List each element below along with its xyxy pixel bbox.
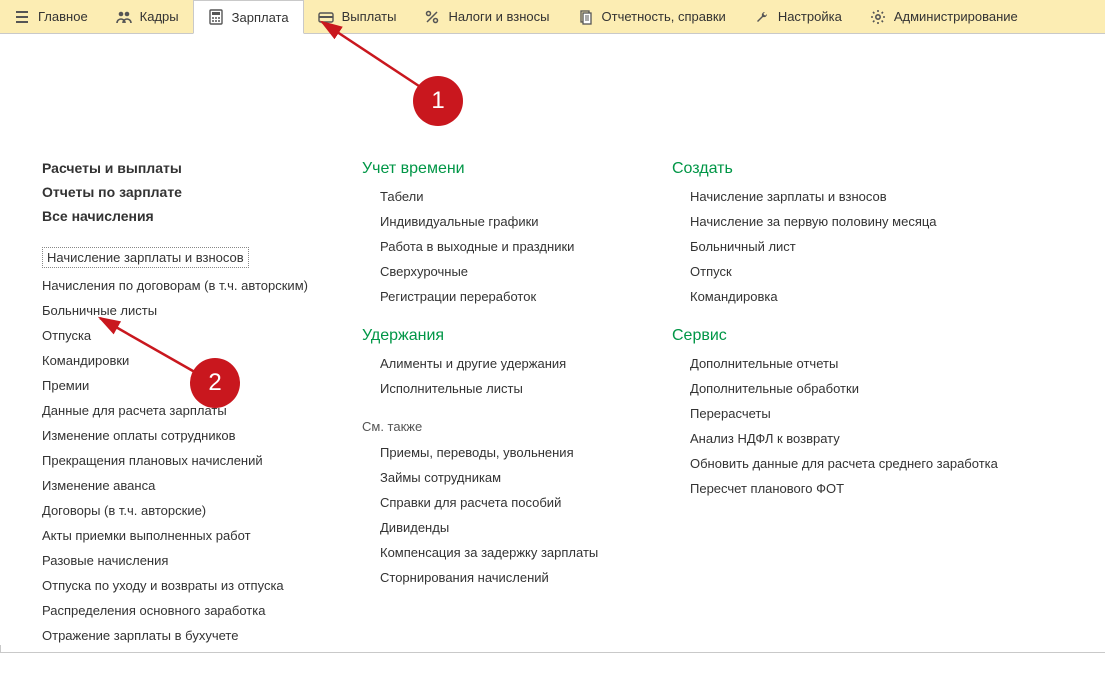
list-left: Начисление зарплаты и взносов Начисления… (42, 242, 342, 648)
tab-label: Главное (38, 9, 88, 24)
list-item[interactable]: Приемы, переводы, увольнения (380, 440, 652, 465)
list-item[interactable]: Начисление зарплаты и взносов (42, 242, 342, 273)
list-item[interactable]: Данные для расчета зарплаты (42, 398, 342, 423)
tab-reports[interactable]: Отчетность, справки (564, 0, 740, 33)
tab-label: Отчетность, справки (602, 9, 726, 24)
link-salary-accrual[interactable]: Начисление зарплаты и взносов (42, 247, 249, 268)
badge-text: 1 (431, 87, 444, 115)
list-item[interactable]: Справки для расчета пособий (380, 490, 652, 515)
list-item[interactable]: Отпуска (42, 323, 342, 348)
list-item[interactable]: Работа в выходные и праздники (380, 234, 652, 259)
list-item[interactable]: Изменение аванса (42, 473, 342, 498)
percent-icon (424, 9, 440, 25)
heading-deductions[interactable]: Удержания (362, 327, 652, 345)
list-item[interactable]: Табели (380, 184, 652, 209)
annotation-badge-1: 1 (413, 76, 463, 126)
list-item[interactable]: Дивиденды (380, 515, 652, 540)
list-item[interactable]: Регистрации переработок (380, 284, 652, 309)
gear-icon (870, 9, 886, 25)
tab-label: Зарплата (232, 10, 289, 25)
list-item[interactable]: Займы сотрудникам (380, 465, 652, 490)
list-item[interactable]: Прекращения плановых начислений (42, 448, 342, 473)
heading-time-tracking[interactable]: Учет времени (362, 160, 652, 178)
wrench-icon (754, 9, 770, 25)
list-item[interactable]: Акты приемки выполненных работ (42, 523, 342, 548)
list-item[interactable]: Обновить данные для расчета среднего зар… (690, 451, 1052, 476)
list-item[interactable]: Распределения основного заработка (42, 598, 342, 623)
list-item[interactable]: Анализ НДФЛ к возврату (690, 426, 1052, 451)
wallet-icon (318, 9, 334, 25)
annotation-badge-2: 2 (190, 358, 240, 408)
tab-taxes[interactable]: Налоги и взносы (410, 0, 563, 33)
tab-hr[interactable]: Кадры (102, 0, 193, 33)
tab-main[interactable]: Главное (0, 0, 102, 33)
tab-label: Выплаты (342, 9, 397, 24)
list-deductions: Алименты и другие удержания Исполнительн… (362, 351, 652, 401)
list-service: Дополнительные отчеты Дополнительные обр… (672, 351, 1052, 501)
people-icon (116, 9, 132, 25)
top-navbar: Главное Кадры Зарплата Выплаты Налоги и … (0, 0, 1105, 34)
tab-salary[interactable]: Зарплата (193, 0, 304, 34)
menu-icon (14, 9, 30, 25)
tab-label: Настройка (778, 9, 842, 24)
list-see-also: Приемы, переводы, увольнения Займы сотру… (362, 440, 652, 590)
list-item[interactable]: Начисление за первую половину месяца (690, 209, 1052, 234)
list-item[interactable]: Пересчет планового ФОТ (690, 476, 1052, 501)
heading-service[interactable]: Сервис (672, 327, 1052, 345)
list-item[interactable]: Больничный лист (690, 234, 1052, 259)
list-item[interactable]: Отпуска по уходу и возвраты из отпуска (42, 573, 342, 598)
list-item[interactable]: Алименты и другие удержания (380, 351, 652, 376)
tab-admin[interactable]: Администрирование (856, 0, 1032, 33)
list-create: Начисление зарплаты и взносов Начисление… (672, 184, 1052, 309)
tab-settings[interactable]: Настройка (740, 0, 856, 33)
badge-text: 2 (208, 369, 221, 397)
list-item[interactable]: Сторнирования начислений (380, 565, 652, 590)
heading-create[interactable]: Создать (672, 160, 1052, 178)
link-salary-reports[interactable]: Отчеты по зарплате (42, 184, 342, 200)
col-right: Создать Начисление зарплаты и взносов На… (672, 74, 1052, 666)
col-left: Расчеты и выплаты Отчеты по зарплате Все… (42, 74, 342, 666)
tab-label: Кадры (140, 9, 179, 24)
list-item[interactable]: Отпуск (690, 259, 1052, 284)
list-item[interactable]: Перерасчеты (690, 401, 1052, 426)
list-item[interactable]: Начисление зарплаты и взносов (690, 184, 1052, 209)
link-all-accruals[interactable]: Все начисления (42, 208, 342, 224)
list-item[interactable]: Исполнительные листы (380, 376, 652, 401)
list-time-tracking: Табели Индивидуальные графики Работа в в… (362, 184, 652, 309)
function-panel: Расчеты и выплаты Отчеты по зарплате Все… (0, 34, 1105, 676)
list-item[interactable]: Дополнительные отчеты (690, 351, 1052, 376)
list-item[interactable]: Дополнительные обработки (690, 376, 1052, 401)
list-item[interactable]: Больничные листы (42, 298, 342, 323)
list-item[interactable]: Индивидуальные графики (380, 209, 652, 234)
col-middle: Учет времени Табели Индивидуальные графи… (362, 74, 652, 666)
list-item[interactable]: Компенсация за задержку зарплаты (380, 540, 652, 565)
link-calc-payouts[interactable]: Расчеты и выплаты (42, 160, 342, 176)
list-item[interactable]: Разовые начисления (42, 548, 342, 573)
tab-label: Администрирование (894, 9, 1018, 24)
docs-icon (578, 9, 594, 25)
list-item[interactable]: Начисления по договорам (в т.ч. авторски… (42, 273, 342, 298)
list-item[interactable]: Сверхурочные (380, 259, 652, 284)
list-item[interactable]: Изменение оплаты сотрудников (42, 423, 342, 448)
tab-payouts[interactable]: Выплаты (304, 0, 411, 33)
tab-label: Налоги и взносы (448, 9, 549, 24)
list-item[interactable]: Командировка (690, 284, 1052, 309)
bottom-frame (0, 645, 1105, 653)
list-item[interactable]: Командировки (42, 348, 342, 373)
calculator-icon (208, 9, 224, 25)
list-item[interactable]: Договоры (в т.ч. авторские) (42, 498, 342, 523)
heading-see-also: См. также (362, 419, 652, 434)
